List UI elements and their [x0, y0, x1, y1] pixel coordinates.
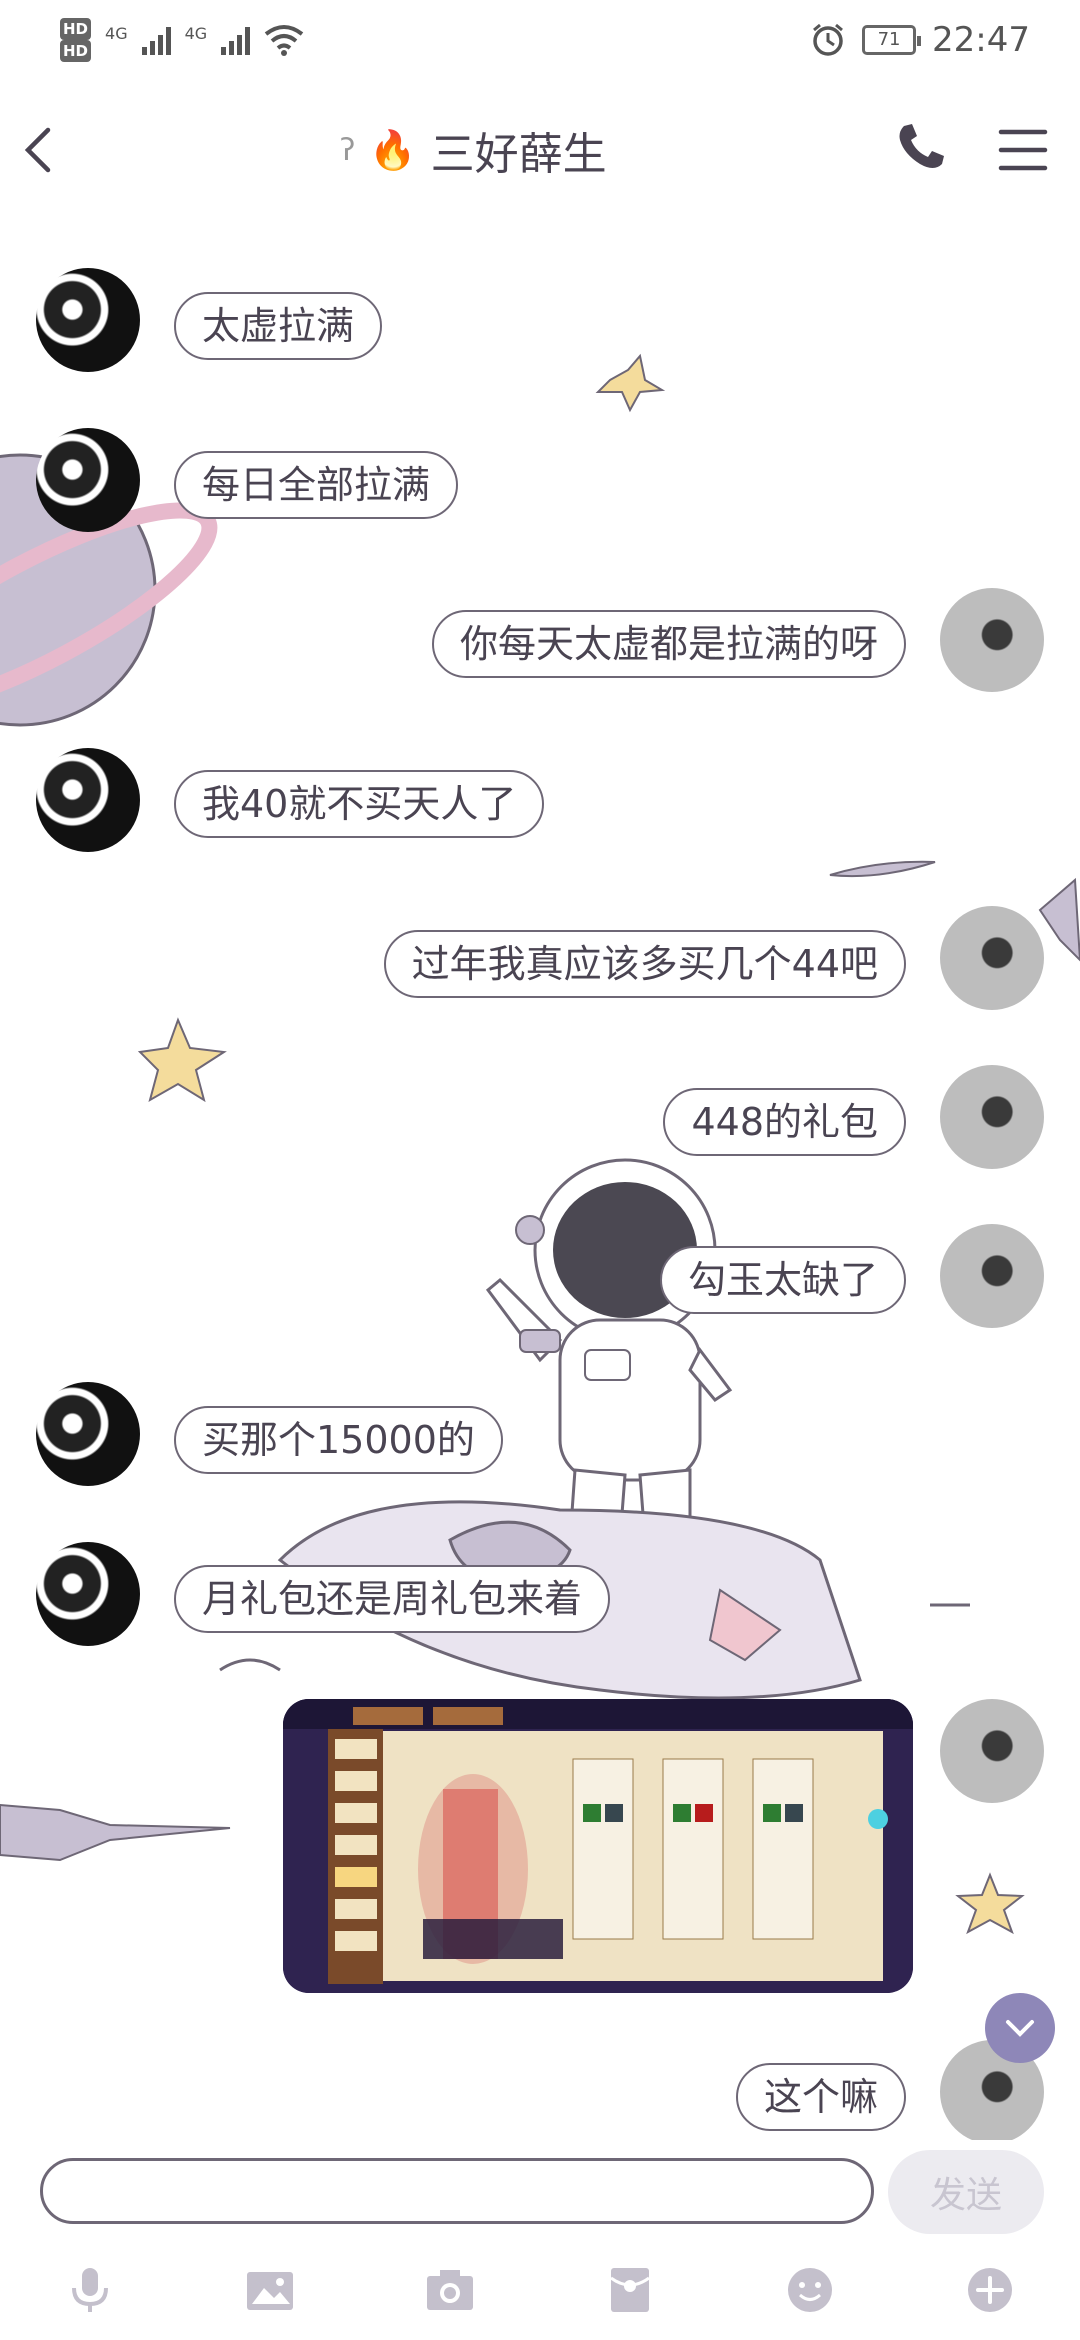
- message-bubble[interactable]: 每日全部拉满: [174, 451, 459, 519]
- network-2-label: 4G: [184, 24, 208, 43]
- message-bubble[interactable]: 买那个15000的: [174, 1406, 503, 1474]
- message-bubble[interactable]: 月礼包还是周礼包来着: [174, 1565, 611, 1633]
- my-avatar[interactable]: [940, 1065, 1044, 1169]
- more-button[interactable]: [962, 2262, 1018, 2318]
- network-1-label: 4G: [105, 24, 128, 43]
- message-bubble[interactable]: 我40就不买天人了: [174, 770, 545, 838]
- signal-2-icon: [221, 25, 251, 55]
- scroll-to-bottom-button[interactable]: [985, 1993, 1055, 2063]
- hd2-badge: HD: [60, 40, 92, 62]
- emoji-button[interactable]: [782, 2262, 838, 2318]
- game-screenshot-image: [283, 1699, 913, 1993]
- flame-icon: 🔥: [369, 127, 417, 172]
- my-avatar[interactable]: [940, 1224, 1044, 1328]
- clock-time: 22:47: [932, 20, 1030, 60]
- chat-title: ʔ 🔥 三好薛生: [340, 118, 607, 182]
- hamburger-icon: [998, 129, 1048, 171]
- back-button[interactable]: [10, 120, 70, 180]
- menu-button[interactable]: [995, 122, 1051, 178]
- send-button[interactable]: 发送: [888, 2150, 1044, 2234]
- hd1-badge: HD: [60, 18, 92, 40]
- star-illustration: [955, 1872, 1025, 1935]
- message-input[interactable]: [40, 2158, 874, 2224]
- my-avatar[interactable]: [940, 588, 1044, 692]
- red-packet-icon: [610, 2268, 650, 2312]
- battery-indicator: 71: [862, 25, 922, 55]
- signal-icon: [141, 25, 171, 55]
- red-packet-button[interactable]: [602, 2262, 658, 2318]
- status-right: 71 22:47: [810, 20, 1030, 60]
- input-bar: 发送: [0, 2140, 1080, 2240]
- wifi-icon: [264, 25, 304, 56]
- ear-icon: ʔ: [340, 132, 356, 168]
- mic-icon: [72, 2268, 108, 2312]
- plus-icon: [968, 2268, 1012, 2312]
- friend-avatar[interactable]: [36, 428, 140, 532]
- emoji-icon: [788, 2268, 832, 2312]
- friend-avatar[interactable]: [36, 268, 140, 372]
- my-avatar[interactable]: [940, 1699, 1044, 1803]
- camera-button[interactable]: [422, 2262, 478, 2318]
- image-message[interactable]: [283, 1699, 913, 1993]
- picture-icon: [247, 2272, 293, 2310]
- star-illustration: [595, 353, 666, 413]
- bottom-toolbar: [0, 2240, 1080, 2340]
- my-avatar[interactable]: [940, 906, 1044, 1010]
- message-bubble[interactable]: 过年我真应该多买几个44吧: [383, 930, 906, 998]
- friend-avatar[interactable]: [36, 748, 140, 852]
- message-bubble[interactable]: 这个嘛: [735, 2063, 906, 2131]
- alarm-icon: [813, 23, 843, 56]
- picture-button[interactable]: [242, 2262, 298, 2318]
- status-left: HD HD 4G 4G: [60, 18, 304, 62]
- hd-indicators: HD HD: [60, 18, 92, 62]
- camera-icon: [427, 2270, 473, 2310]
- message-bubble[interactable]: 你每天太虚都是拉满的呀: [431, 610, 906, 678]
- voice-button[interactable]: [62, 2262, 118, 2318]
- friend-avatar[interactable]: [36, 1382, 140, 1486]
- message-bubble[interactable]: 勾玉太缺了: [659, 1246, 906, 1314]
- status-bar: HD HD 4G 4G 71 22:47: [0, 0, 1080, 80]
- phone-icon: [899, 124, 944, 168]
- message-bubble[interactable]: 太虚拉满: [174, 292, 383, 360]
- chevron-left-icon: [24, 127, 51, 173]
- friend-avatar[interactable]: [36, 1542, 140, 1646]
- message-bubble[interactable]: 448的礼包: [663, 1088, 906, 1156]
- star-illustration: [137, 1017, 227, 1103]
- chat-area[interactable]: 太虚拉满 每日全部拉满 你每天太虚都是拉满的呀 我40就不买天人了 过年我真应该…: [0, 220, 1080, 2140]
- chevron-down-icon: [1006, 2020, 1034, 2037]
- contact-name: 三好薛生: [430, 129, 607, 180]
- astronaut-illustration: [485, 1158, 733, 1542]
- call-button[interactable]: [890, 118, 950, 178]
- chat-header: ʔ 🔥 三好薛生: [0, 80, 1080, 220]
